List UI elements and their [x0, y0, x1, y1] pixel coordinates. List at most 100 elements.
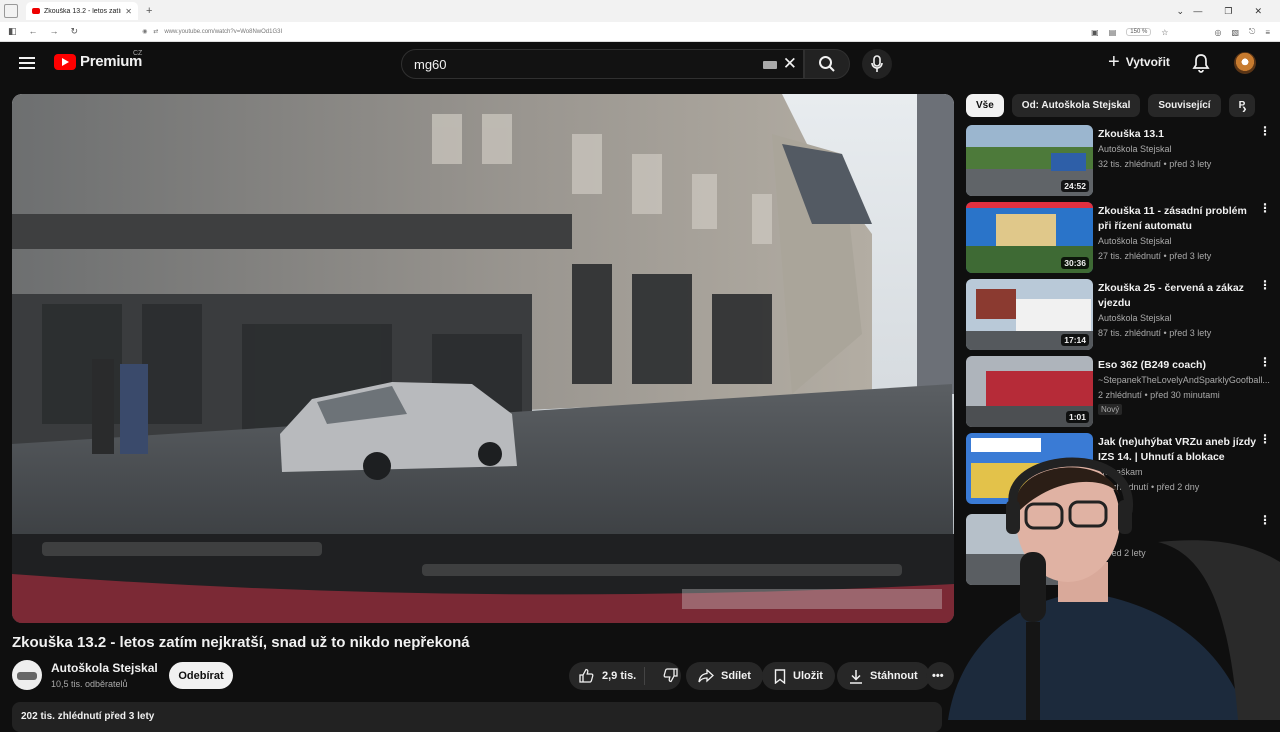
account-icon[interactable]: ◎: [1214, 28, 1221, 37]
recommended-meta: 87 tis. zhlédnutí • před 3 lety: [1098, 328, 1212, 338]
share-arrow-icon: [698, 669, 714, 683]
country-code: CZ: [133, 50, 143, 57]
chip-all[interactable]: Vše: [966, 94, 1004, 117]
tab-actions-icon[interactable]: [4, 4, 18, 18]
close-window-button[interactable]: ✕: [1254, 6, 1262, 17]
vertical-dots-icon[interactable]: ⋮: [1259, 202, 1271, 214]
recommended-title[interactable]: Zkouška 25 - červená a zákaz vjezdu: [1098, 281, 1260, 311]
youtube-play-icon: [54, 53, 76, 70]
recommended-channel[interactable]: Autoškola Stejskal: [1098, 236, 1172, 246]
url-text: www.youtube.com/watch?v=Wo8NwOd1G3I: [164, 28, 283, 35]
notifications-bell-icon[interactable]: [1192, 53, 1210, 78]
video-thumbnail[interactable]: 1:01: [966, 356, 1093, 427]
chip-from-channel[interactable]: Od: Autoškola Stejskal: [1011, 94, 1141, 117]
channel-name[interactable]: Autoškola Stejskal: [51, 661, 158, 675]
download-icon: [850, 669, 862, 684]
vertical-dots-icon[interactable]: ⋮: [1259, 433, 1271, 445]
extensions-icon[interactable]: ▧: [1231, 28, 1239, 37]
reload-button[interactable]: ↻: [71, 26, 79, 37]
translate-icon[interactable]: ▣: [1091, 28, 1099, 37]
chevron-right-icon[interactable]: ›: [1242, 100, 1247, 116]
search-input[interactable]: mg60 ✕: [401, 49, 804, 79]
video-frame-image: [12, 94, 954, 623]
forward-button[interactable]: →: [50, 26, 59, 37]
streamer-webcam-image: [948, 457, 1280, 720]
share-button[interactable]: Sdílet: [686, 662, 763, 690]
close-tab-icon[interactable]: ✕: [125, 7, 132, 16]
recommended-meta: 27 tis. zhlédnutí • před 3 lety: [1098, 251, 1212, 261]
recommended-channel[interactable]: Autoškola Stejskal: [1098, 144, 1172, 154]
search-button[interactable]: [804, 49, 850, 79]
site-settings-icon[interactable]: ⇄: [153, 28, 158, 35]
channel-avatar[interactable]: [12, 660, 42, 690]
sidebar-toggle-icon[interactable]: ◧: [8, 26, 17, 37]
recommended-channel[interactable]: ~StepanekTheLovelyAndSparklyGoofball...: [1098, 375, 1270, 385]
lock-icon: ◉: [142, 29, 148, 35]
video-duration: 24:52: [1061, 180, 1089, 192]
create-button[interactable]: + Vytvořit: [1108, 52, 1170, 72]
browser-tab-bar: Zkouška 13.2 - letos zatím nejk ✕ + ⌄ — …: [0, 0, 1280, 22]
clear-search-icon[interactable]: ✕: [783, 54, 797, 74]
minimize-button[interactable]: —: [1193, 6, 1202, 16]
video-player[interactable]: [12, 94, 954, 623]
subscriber-count: 10,5 tis. odběratelů: [51, 679, 128, 689]
chip-related[interactable]: Související: [1148, 94, 1221, 117]
new-tab-button[interactable]: +: [146, 5, 152, 17]
recommended-meta: 32 tis. zhlédnutí • před 3 lety: [1098, 159, 1212, 169]
like-dislike-group: 2,9 tis.: [569, 662, 681, 690]
video-title: Zkouška 13.2 - letos zatím nejkratší, sn…: [12, 634, 470, 651]
zoom-level[interactable]: 150 %: [1126, 28, 1152, 36]
youtube-premium-logo[interactable]: Premium CZ: [54, 50, 143, 70]
youtube-header: Premium CZ mg60 ✕ + Vytvořit: [0, 42, 1280, 86]
recommended-channel[interactable]: Autoškola Stejskal: [1098, 313, 1172, 323]
video-duration: 30:36: [1061, 257, 1089, 269]
address-bar: ◧ ← → ↻ ◉ ⇄ www.youtube.com/watch?v=Wo8N…: [0, 22, 1280, 42]
recommended-title[interactable]: Eso 362 (B249 coach): [1098, 358, 1260, 373]
recommended-meta: 2 zhlédnutí • před 30 minutami: [1098, 390, 1220, 400]
reader-icon[interactable]: ▤: [1109, 28, 1117, 37]
microphone-icon: [871, 55, 883, 72]
like-button[interactable]: 2,9 tis.: [569, 667, 645, 685]
vertical-dots-icon[interactable]: ⋮: [1259, 125, 1271, 137]
recommended-title[interactable]: Zkouška 13.1: [1098, 127, 1260, 142]
search-query: mg60: [414, 56, 447, 72]
share-page-icon[interactable]: ⎋: [1249, 27, 1255, 37]
video-thumbnail[interactable]: 24:52: [966, 125, 1093, 196]
video-duration: 1:01: [1065, 411, 1089, 423]
video-duration: 17:14: [1061, 334, 1089, 346]
recommended-video[interactable]: 1:01 Eso 362 (B249 coach) ~StepanekTheLo…: [966, 356, 1271, 428]
user-avatar[interactable]: [1234, 52, 1256, 74]
tab-list-chevron-icon[interactable]: ⌄: [1176, 6, 1184, 17]
video-thumbnail[interactable]: 30:36: [966, 202, 1093, 273]
bookmark-star-icon[interactable]: ☆: [1161, 28, 1168, 37]
back-button[interactable]: ←: [29, 26, 38, 37]
save-label: Uložit: [793, 670, 823, 682]
recommended-video[interactable]: 24:52 Zkouška 13.1 Autoškola Stejskal 32…: [966, 125, 1271, 197]
webcam-overlay: [908, 442, 1280, 720]
subscribe-button[interactable]: Odebírat: [169, 662, 233, 689]
window-controls: ⌄ — ❐ ✕: [1176, 0, 1280, 22]
browser-tab[interactable]: Zkouška 13.2 - letos zatím nejk ✕: [26, 2, 138, 20]
vertical-dots-icon[interactable]: ⋮: [1259, 279, 1271, 291]
tab-title: Zkouška 13.2 - letos zatím nejk: [44, 7, 121, 15]
menu-icon[interactable]: ≡: [1265, 28, 1270, 37]
url-field[interactable]: ◉ ⇄ www.youtube.com/watch?v=Wo8NwOd1G3I: [142, 28, 283, 36]
hamburger-menu-icon[interactable]: [19, 57, 35, 69]
recommended-video[interactable]: 30:36 Zkouška 11 - zásadní problém při ř…: [966, 202, 1271, 274]
new-badge: Nový: [1098, 404, 1123, 415]
keyboard-icon[interactable]: [763, 61, 777, 69]
description-box[interactable]: 202 tis. zhlédnutí před 3 lety: [12, 702, 942, 732]
vertical-dots-icon[interactable]: ⋮: [1259, 356, 1271, 368]
recommended-title[interactable]: Zkouška 11 - zásadní problém při řízení …: [1098, 204, 1260, 234]
dislike-button[interactable]: [652, 667, 679, 686]
search-icon: [819, 56, 835, 72]
bookmark-icon: [774, 668, 786, 684]
voice-search-button[interactable]: [862, 49, 892, 79]
view-count-date: 202 tis. zhlédnutí před 3 lety: [21, 711, 155, 722]
filter-chips: Vše Od: Autoškola Stejskal Související P: [966, 94, 1256, 118]
create-label: Vytvořit: [1125, 55, 1170, 69]
save-button[interactable]: Uložit: [762, 662, 835, 690]
video-thumbnail[interactable]: 17:14: [966, 279, 1093, 350]
restore-button[interactable]: ❐: [1224, 6, 1232, 17]
recommended-video[interactable]: 17:14 Zkouška 25 - červená a zákaz vjezd…: [966, 279, 1271, 351]
